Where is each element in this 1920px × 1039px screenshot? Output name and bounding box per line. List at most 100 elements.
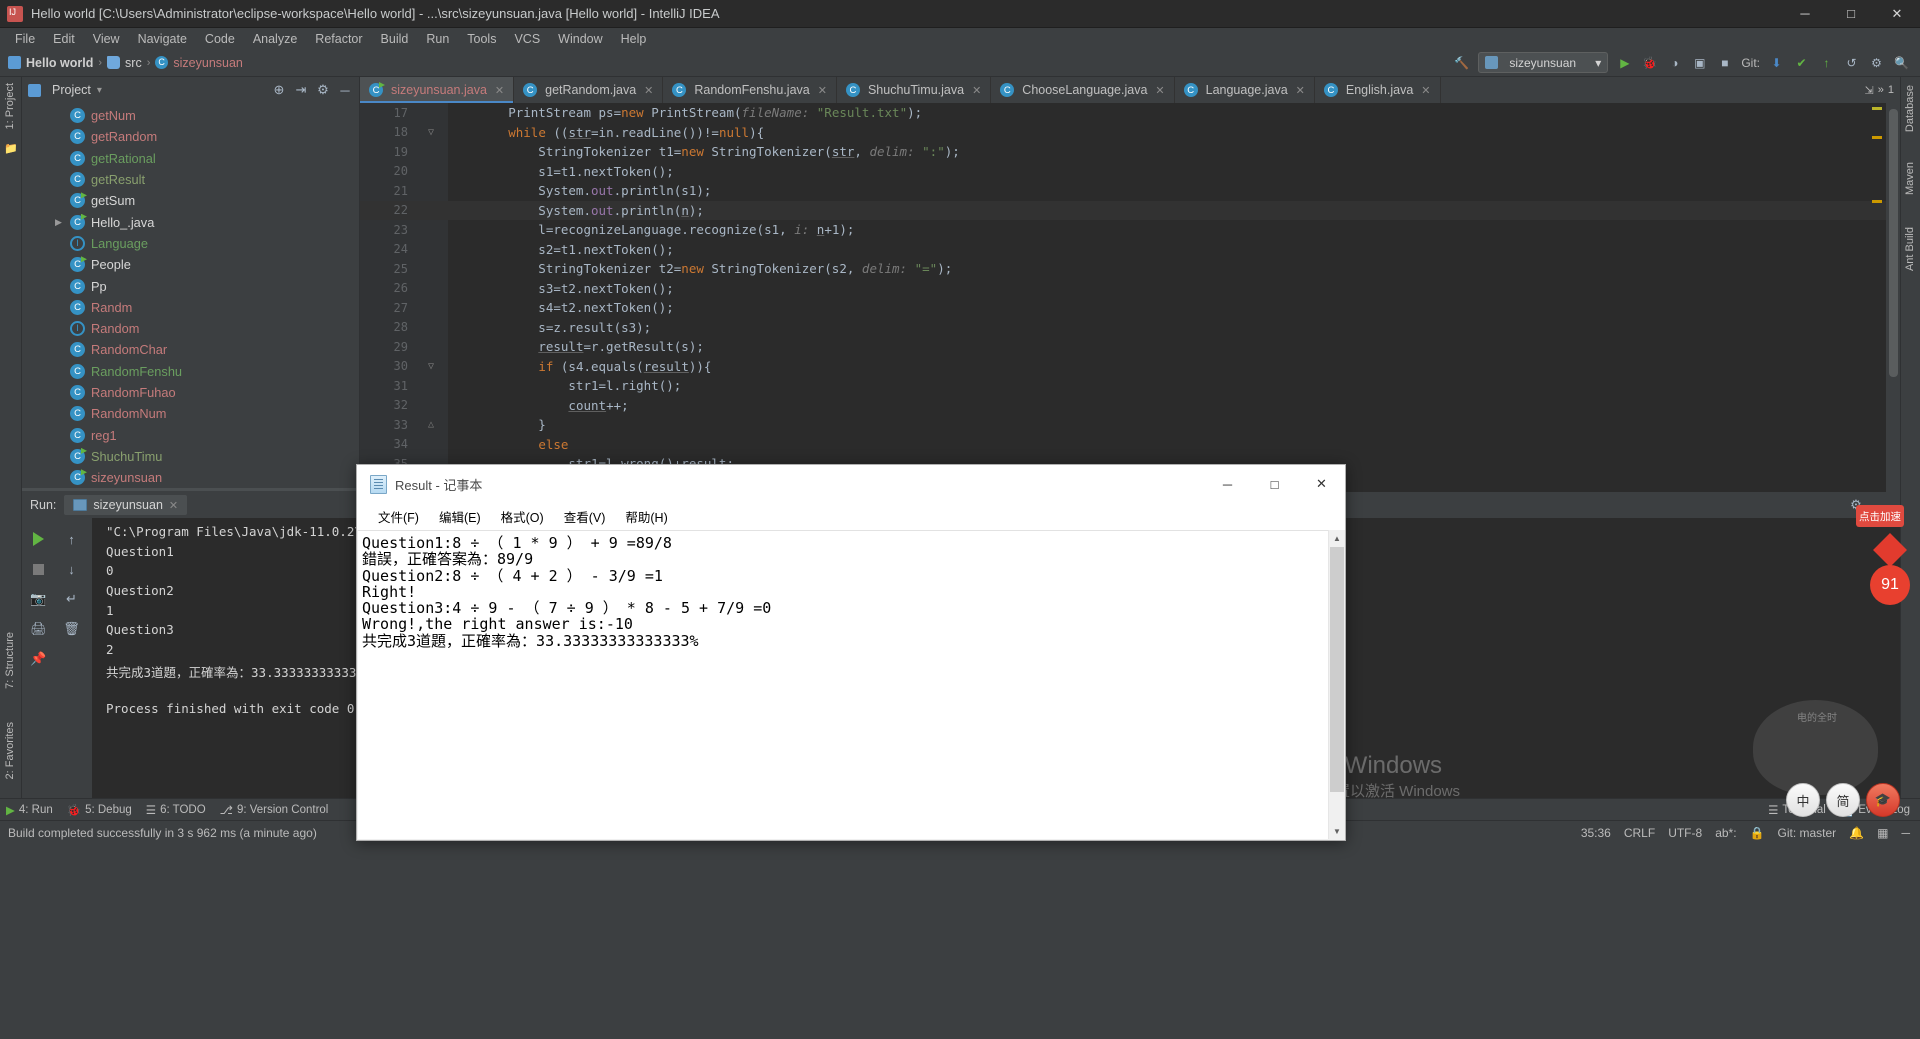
editor-code[interactable]: 17 PrintStream ps=new PrintStream(fileNa… — [360, 103, 1900, 492]
stop-icon[interactable]: ■ — [1716, 54, 1733, 71]
close-icon[interactable]: ✕ — [818, 84, 827, 97]
more-icon[interactable]: » — [1878, 84, 1884, 96]
balloon-icon[interactable]: 🔔 — [1849, 826, 1864, 840]
editor-tab-randomfenshu[interactable]: RandomFenshu.java ✕ — [663, 77, 837, 103]
tree-item-hello-java[interactable]: ▶ Hello_.java — [22, 211, 359, 232]
panel-settings-icon[interactable]: ⚙ — [315, 82, 331, 98]
code-editor[interactable]: 17 PrintStream ps=new PrintStream(fileNa… — [360, 103, 1900, 492]
notepad-close-button[interactable]: ✕ — [1298, 465, 1345, 503]
fold-marker-icon[interactable]: ▽ — [414, 127, 448, 138]
notepad-menu-item-1[interactable]: 编辑(E) — [429, 505, 491, 528]
notepad-minimize-button[interactable]: ─ — [1204, 465, 1251, 503]
tree-item-randomfuhao[interactable]: RandomFuhao — [22, 382, 359, 403]
close-icon[interactable]: ✕ — [1296, 84, 1305, 97]
git-push-icon[interactable]: ↑ — [1818, 54, 1835, 71]
breadcrumb-project[interactable]: Hello world — [26, 56, 93, 70]
fold-marker-icon[interactable]: ▽ — [414, 361, 448, 372]
code-line[interactable]: 20 s1=t1.nextToken(); — [360, 162, 1900, 182]
editor-scrollbar[interactable] — [1886, 103, 1900, 492]
tool-window-button-version-control[interactable]: ⎇ 9: Version Control — [220, 803, 329, 817]
editor-tab-shuchutimu[interactable]: ShuchuTimu.java ✕ — [837, 77, 992, 103]
code-line[interactable]: 34 else — [360, 435, 1900, 455]
close-icon[interactable]: ✕ — [1155, 84, 1164, 97]
scroll-down-icon[interactable]: ▼ — [1329, 823, 1345, 839]
ime-extra-button[interactable]: 🎓 — [1866, 783, 1900, 817]
collapse-all-icon[interactable]: ⇥ — [293, 82, 309, 98]
maximize-button[interactable]: □ — [1828, 0, 1874, 28]
coverage-icon[interactable]: ◑ — [1666, 54, 1683, 71]
code-line[interactable]: 18 ▽ while ((str=in.readLine())!=null){ — [360, 123, 1900, 143]
editor-tab-language[interactable]: Language.java ✕ — [1175, 77, 1315, 103]
tool-window-button-run[interactable]: ▶ 4: Run — [6, 803, 53, 817]
close-icon[interactable]: ✕ — [1421, 84, 1430, 97]
tool-button-project[interactable]: 1: Project — [4, 83, 16, 134]
run-icon[interactable]: ▶ — [1616, 54, 1633, 71]
menu-item-tools[interactable]: Tools — [458, 30, 505, 48]
close-icon[interactable]: ✕ — [972, 84, 981, 97]
menu-item-window[interactable]: Window — [549, 30, 611, 48]
editor-tab-getrandom[interactable]: getRandom.java ✕ — [514, 77, 664, 103]
code-line[interactable]: 19 StringTokenizer t1=new StringTokenize… — [360, 142, 1900, 162]
notepad-menu-item-3[interactable]: 查看(V) — [554, 505, 616, 528]
rerun-button[interactable] — [22, 524, 55, 554]
code-line[interactable]: 26 s3=t2.nextToken(); — [360, 279, 1900, 299]
chevron-down-icon[interactable]: ▾ — [97, 85, 102, 96]
tree-item[interactable] — [22, 488, 359, 491]
locate-icon[interactable]: ⊕ — [271, 82, 287, 98]
stop-button[interactable] — [22, 554, 55, 584]
editor-scrollbar-thumb[interactable] — [1889, 109, 1898, 377]
pin-tab-button[interactable]: 📌 — [22, 644, 55, 674]
notepad-menu-item-4[interactable]: 帮助(H) — [615, 505, 677, 528]
expand-arrow-icon[interactable]: ▶ — [55, 217, 65, 228]
project-tree[interactable]: getNum getRandom getRational getResult getSu… — [22, 103, 359, 491]
indent-setting[interactable]: ab*: — [1715, 826, 1736, 840]
caret-position[interactable]: 35:36 — [1581, 826, 1611, 840]
git-update-icon[interactable]: ⬇ — [1768, 54, 1785, 71]
menu-item-vcs[interactable]: VCS — [505, 30, 549, 48]
editor-tab-english[interactable]: English.java ✕ — [1315, 77, 1441, 103]
tool-window-button-todo[interactable]: ☰ 6: TODO — [146, 803, 206, 817]
menu-item-edit[interactable]: Edit — [44, 30, 84, 48]
menu-item-analyze[interactable]: Analyze — [244, 30, 306, 48]
code-line[interactable]: 17 PrintStream ps=new PrintStream(fileNa… — [360, 103, 1900, 123]
tree-item-getnum[interactable]: getNum — [22, 105, 359, 126]
tool-window-button-debug[interactable]: 🐞 5: Debug — [67, 803, 132, 817]
tree-item-getrational[interactable]: getRational — [22, 148, 359, 169]
menu-item-code[interactable]: Code — [196, 30, 244, 48]
code-line[interactable]: 27 s4=t2.nextToken(); — [360, 298, 1900, 318]
tree-item-reg1[interactable]: reg1 — [22, 424, 359, 445]
ime-chinese-button[interactable]: 中 — [1786, 783, 1820, 817]
code-line[interactable]: 23 l=recognizeLanguage.recognize(s1, i: … — [360, 220, 1900, 240]
soft-wrap-button[interactable]: ↵ — [55, 584, 88, 614]
close-icon[interactable]: ✕ — [495, 84, 504, 97]
tree-item-randm[interactable]: Randm — [22, 297, 359, 318]
code-line[interactable]: 28 s=z.result(s3); — [360, 318, 1900, 338]
code-line[interactable]: 24 s2=t1.nextToken(); — [360, 240, 1900, 260]
tree-item-pp[interactable]: Pp — [22, 275, 359, 296]
tree-item-randomchar[interactable]: RandomChar — [22, 339, 359, 360]
search-icon[interactable]: 🔍 — [1893, 54, 1910, 71]
notepad-menu-item-2[interactable]: 格式(O) — [491, 505, 554, 528]
tree-item-shuchutimu[interactable]: ShuchuTimu — [22, 446, 359, 467]
tree-item-random[interactable]: Random — [22, 318, 359, 339]
code-line[interactable]: 29 result=r.getResult(s); — [360, 337, 1900, 357]
tree-item-getresult[interactable]: getResult — [22, 169, 359, 190]
print-button[interactable]: 🖨 — [22, 614, 55, 644]
line-separator[interactable]: CRLF — [1624, 826, 1655, 840]
minimize-button[interactable]: ─ — [1782, 0, 1828, 28]
git-commit-icon[interactable]: ✔ — [1793, 54, 1810, 71]
menu-item-run[interactable]: Run — [417, 30, 458, 48]
tool-button-favorites[interactable]: 2: Favorites — [4, 722, 16, 784]
menu-item-file[interactable]: File — [6, 30, 44, 48]
code-line[interactable]: 32 count++; — [360, 396, 1900, 416]
ime-simplified-button[interactable]: 简 — [1826, 783, 1860, 817]
menu-item-view[interactable]: View — [84, 30, 129, 48]
debug-icon[interactable]: 🐞 — [1641, 54, 1658, 71]
tree-item-getrandom[interactable]: getRandom — [22, 126, 359, 147]
count-icon[interactable]: 1 — [1888, 84, 1894, 96]
code-line[interactable]: 25 StringTokenizer t2=new StringTokenize… — [360, 259, 1900, 279]
notepad-scrollbar-thumb[interactable] — [1330, 547, 1344, 792]
run-configuration-selector[interactable]: sizeyunsuan ▾ — [1478, 52, 1609, 73]
tree-item-people[interactable]: People — [22, 254, 359, 275]
menu-item-navigate[interactable]: Navigate — [129, 30, 196, 48]
